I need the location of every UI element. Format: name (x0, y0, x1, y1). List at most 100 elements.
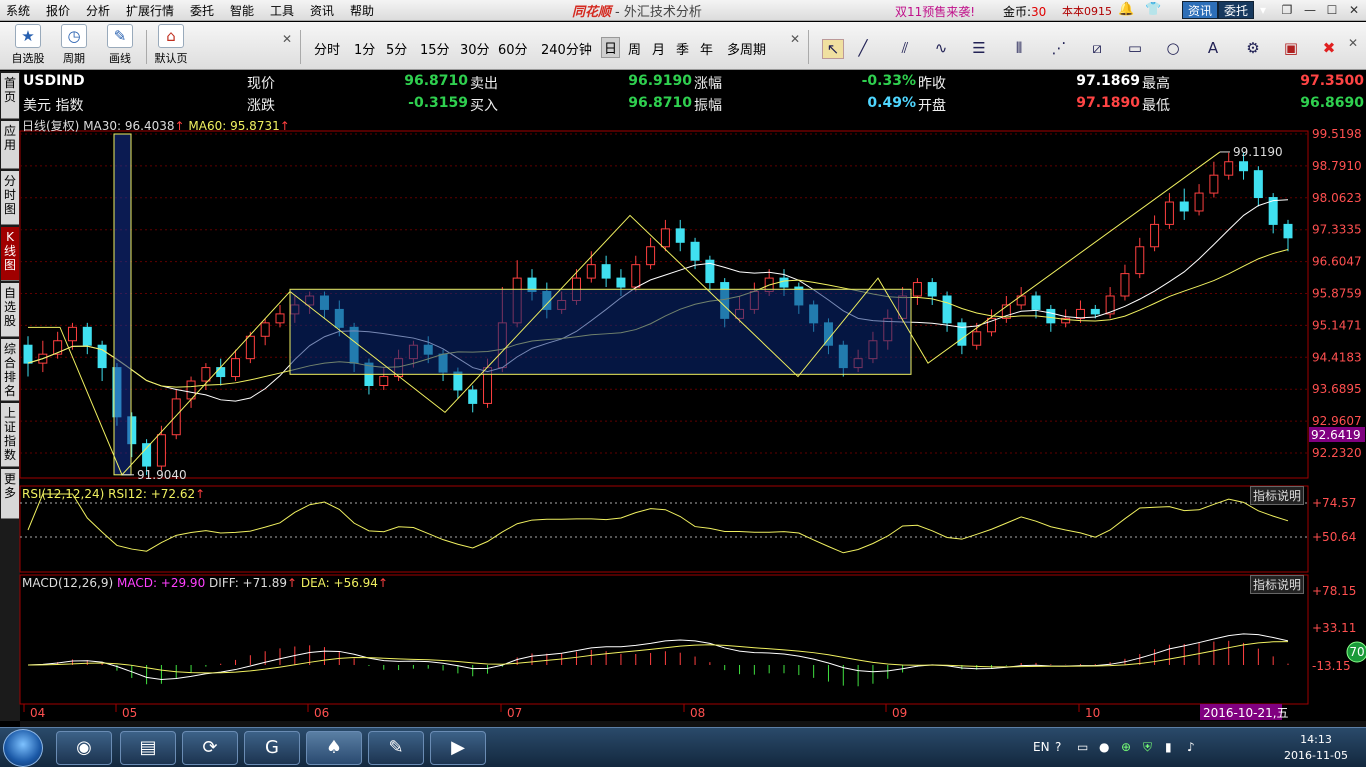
candle-body (1075, 308, 1085, 319)
date-axis-label: 06 (314, 706, 329, 720)
tonghuashun-icon[interactable]: G (244, 731, 300, 765)
arrow-up-icon: ↑ (195, 487, 206, 501)
ma30-label: MA30: 96.4038 (83, 119, 175, 133)
dea-value: DEA: +56.94 (300, 576, 378, 590)
candle-body (1239, 161, 1249, 172)
clock-date: 2016-11-05 (1284, 749, 1348, 762)
rsi-legend-title: RSI(12,12,24) (22, 487, 105, 501)
info-badge-label: 70 (1349, 645, 1364, 659)
candle-body (631, 264, 641, 288)
price-axis-label: 96.6047 (1312, 255, 1362, 269)
date-axis-label: 09 (892, 706, 907, 720)
candle-body (1150, 223, 1160, 248)
candle-body (675, 228, 685, 243)
candle-body (1031, 295, 1041, 310)
candle-body (142, 443, 152, 467)
candle-body (231, 358, 241, 378)
display-icon[interactable]: ▭ (1077, 740, 1088, 754)
candle-body (1120, 273, 1130, 297)
macd-pane-frame (19, 574, 1309, 705)
candle-body (660, 228, 670, 248)
candle-body (1283, 223, 1293, 239)
high-annotation: 99.1190 (1233, 145, 1283, 159)
price-axis-label: 94.4183 (1312, 350, 1362, 364)
arrow-up-icon: ↑ (174, 119, 185, 133)
candle-body (216, 367, 226, 378)
candle-body (260, 322, 270, 337)
current-price-tag: 92.6419 (1311, 428, 1361, 442)
candle-body (586, 264, 596, 279)
media-player-icon[interactable]: ▶ (430, 731, 486, 765)
candle-body (23, 344, 33, 364)
shield-icon[interactable]: ⛨ (1143, 740, 1152, 755)
macd-help-button[interactable]: 指标说明 (1250, 575, 1305, 594)
price-axis-label: 92.2320 (1312, 446, 1362, 460)
candle-body (1179, 201, 1189, 212)
date-axis-label: 08 (690, 706, 705, 720)
candle-body (1194, 192, 1204, 212)
candle-body (1164, 201, 1174, 225)
macd-value: MACD: +29.90 (116, 576, 206, 590)
arrow-up-icon: ↑ (286, 576, 298, 590)
date-axis-label: 10 (1085, 706, 1100, 720)
highlight-column (113, 133, 132, 476)
macd-axis-label: -13.15 (1312, 659, 1351, 673)
candle-body (601, 264, 611, 279)
main-legend-title: 日线(复权) (22, 119, 80, 133)
rsi-axis-label: +74.57 (1312, 496, 1356, 510)
plus-icon[interactable]: ⊕ (1121, 740, 1131, 754)
consolidation-box (289, 288, 912, 375)
candle-body (245, 335, 255, 360)
price-axis-label: 98.0623 (1312, 191, 1362, 205)
candle-body (1209, 174, 1219, 194)
price-axis-label: 98.7910 (1312, 159, 1362, 173)
help-icon[interactable]: ? (1055, 740, 1061, 754)
candle-body (972, 331, 982, 346)
rsi-help-button[interactable]: 指标说明 (1250, 486, 1305, 505)
rsi-pane-frame (19, 485, 1309, 573)
candle-body (1224, 161, 1234, 176)
candle-body (1135, 246, 1145, 275)
candle-body (942, 295, 952, 324)
candle-body (379, 376, 389, 386)
ma60-label: MA60: 95.8731 (188, 119, 280, 133)
price-axis-label: 99.5198 (1312, 127, 1362, 141)
main-legend: 日线(复权) MA30: 96.4038↑ MA60: 95.8731↑ (22, 117, 290, 134)
price-axis-label: 95.1471 (1312, 318, 1362, 332)
arrow-up-icon: ↑ (377, 576, 389, 590)
system-clock[interactable]: 14:13 2016-11-05 (1268, 732, 1364, 764)
candle-body (927, 282, 937, 297)
windows-start-icon[interactable] (3, 729, 43, 767)
kline-chart[interactable]: 99.5198 98.7910 98.0623 97.3335 96.6047 95.87… (0, 0, 1366, 767)
candle-body (201, 367, 211, 382)
candle-body (171, 398, 181, 436)
candle-body (1046, 308, 1056, 324)
refresh-app-icon[interactable]: ⟳ (182, 731, 238, 765)
candle-body (1253, 170, 1263, 199)
price-axis-label: 95.8759 (1312, 287, 1362, 301)
audio-icon[interactable]: ● (1099, 740, 1109, 754)
language-indicator[interactable]: EN (1033, 740, 1050, 754)
volume-icon[interactable]: ♪ (1187, 740, 1195, 754)
candle-body (690, 241, 700, 261)
candle-body (67, 326, 77, 342)
paint-app-icon[interactable]: ✎ (368, 731, 424, 765)
app-icon-ie[interactable]: ◉ (56, 731, 112, 765)
date-axis-label: 07 (507, 706, 522, 720)
clock-time: 14:13 (1300, 733, 1332, 746)
candle-body (646, 246, 656, 266)
network-icon[interactable]: ▮ (1165, 740, 1172, 754)
arrow-up-icon: ↑ (279, 119, 290, 133)
candle-body (468, 389, 478, 404)
candle-body (1090, 308, 1100, 315)
cards-app-icon[interactable]: ♠ (306, 731, 362, 765)
rsi-value: RSI12: +72.62 (108, 487, 196, 501)
date-axis-label: 05 (122, 706, 137, 720)
macd-legend-title: MACD(12,26,9) (22, 576, 114, 590)
candle-body (912, 282, 922, 297)
folder-icon[interactable]: ▤ (120, 731, 176, 765)
rsi-legend: RSI(12,12,24) RSI12: +72.62↑ (22, 487, 205, 501)
taskbar: ◉ ▤ ⟳ G ♠ ✎ ▶ EN ? ▭ ● ⊕ ⛨ ▮ ♪ 14:13 201… (0, 727, 1366, 767)
price-axis-label: 92.9607 (1312, 414, 1362, 428)
candle-body (275, 313, 285, 324)
